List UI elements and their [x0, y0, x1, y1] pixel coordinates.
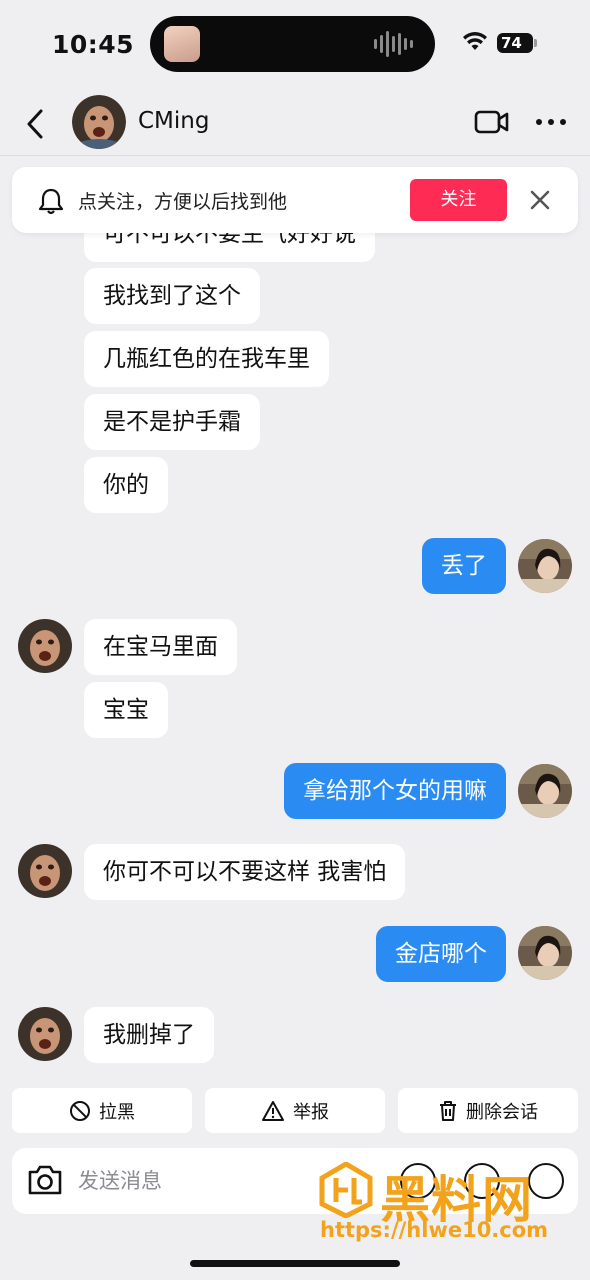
- chat-header: CMing: [0, 90, 590, 156]
- message-bubble-incoming[interactable]: 宝宝: [84, 682, 168, 738]
- message-bubble-outgoing[interactable]: 丢了: [422, 538, 506, 594]
- contact-avatar[interactable]: [72, 95, 126, 149]
- home-indicator[interactable]: [190, 1260, 400, 1267]
- message-list[interactable]: 可不可以不要生气好好说 我找到了这个 几瓶红色的在我车里 是不是护手霜 你的 丢…: [0, 156, 590, 1082]
- more-options-icon[interactable]: [535, 108, 567, 136]
- report-button[interactable]: 举报: [205, 1088, 385, 1133]
- status-bar: 10:45 74: [0, 0, 590, 90]
- now-playing-thumbnail: [164, 26, 200, 62]
- follow-button[interactable]: 关注: [410, 179, 507, 221]
- message-bubble-incoming[interactable]: 你可不可以不要这样 我害怕: [84, 844, 406, 900]
- contact-avatar[interactable]: [18, 619, 72, 673]
- message-bubble-incoming[interactable]: 我找到了这个: [84, 268, 260, 324]
- message-bubble-incoming[interactable]: 在宝马里面: [84, 619, 237, 675]
- wifi-icon: [463, 32, 487, 50]
- my-avatar[interactable]: [518, 539, 572, 593]
- message-bubble-incoming[interactable]: 几瓶红色的在我车里: [84, 331, 329, 387]
- trash-icon: [440, 1100, 456, 1121]
- message-bubble-incoming[interactable]: 你的: [84, 457, 168, 513]
- contact-name[interactable]: CMing: [138, 108, 209, 134]
- follow-banner: 点关注，方便以后找到他 关注: [12, 167, 578, 233]
- bell-icon: [38, 188, 64, 215]
- watermark-logo-icon: [319, 1162, 373, 1218]
- message-bubble-outgoing[interactable]: 金店哪个: [376, 926, 506, 982]
- block-icon: [70, 1100, 90, 1121]
- report-label: 举报: [293, 1101, 329, 1123]
- warning-icon: [262, 1100, 284, 1121]
- watermark: 黑料网 https://hlwe10.com: [318, 1158, 568, 1250]
- my-avatar[interactable]: [518, 926, 572, 980]
- block-button[interactable]: 拉黑: [12, 1088, 192, 1133]
- my-avatar[interactable]: [518, 764, 572, 818]
- block-label: 拉黑: [99, 1101, 135, 1123]
- delete-conversation-label: 删除会话: [466, 1101, 538, 1123]
- contact-avatar[interactable]: [18, 1007, 72, 1061]
- message-bubble-incoming[interactable]: 是不是护手霜: [84, 394, 260, 450]
- video-call-icon[interactable]: [474, 108, 510, 136]
- close-icon[interactable]: [528, 188, 552, 212]
- delete-conversation-button[interactable]: 删除会话: [398, 1088, 578, 1133]
- dynamic-island[interactable]: [150, 16, 435, 72]
- battery-indicator: 74: [497, 33, 537, 53]
- message-bubble-outgoing[interactable]: 拿给那个女的用嘛: [284, 763, 506, 819]
- follow-banner-text: 点关注，方便以后找到他: [78, 191, 288, 213]
- status-time: 10:45: [52, 30, 135, 59]
- audio-wave-icon: [374, 30, 413, 58]
- camera-icon[interactable]: [26, 1163, 64, 1197]
- back-arrow-icon[interactable]: [24, 108, 46, 140]
- message-bubble-incoming[interactable]: 我删掉了: [84, 1007, 214, 1063]
- chat-actions: 拉黑 举报 删除会话: [12, 1088, 578, 1133]
- watermark-url: https://hlwe10.com: [320, 1218, 549, 1242]
- contact-avatar[interactable]: [18, 844, 72, 898]
